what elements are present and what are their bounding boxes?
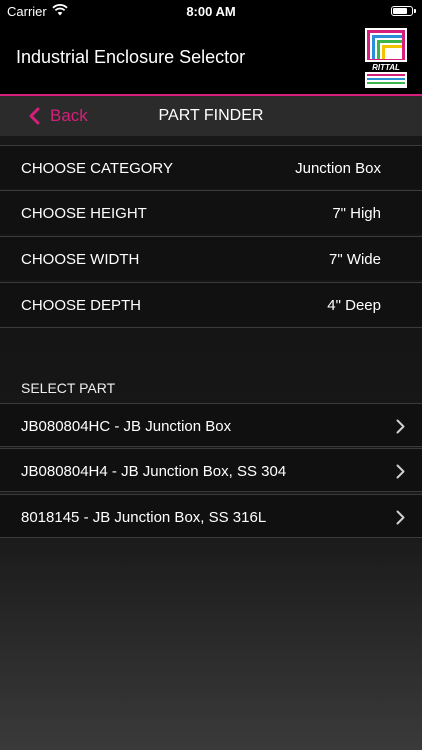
option-label: CHOOSE HEIGHT <box>21 205 147 222</box>
logo-text: RITTAL <box>372 63 400 72</box>
chevron-right-icon <box>396 510 405 525</box>
rittal-logo: RITTAL <box>365 28 407 88</box>
choose-depth-row[interactable]: CHOOSE DEPTH 4" Deep <box>0 282 422 326</box>
option-label: CHOOSE WIDTH <box>21 251 140 268</box>
app-title: Industrial Enclosure Selector <box>16 47 246 67</box>
option-value: 7" Wide <box>328 251 381 268</box>
screen: Carrier 8:00 AM Industrial Enclosure Sel… <box>0 0 422 750</box>
app-header: Industrial Enclosure Selector RITTAL <box>0 22 422 96</box>
choose-category-row[interactable]: CHOOSE CATEGORY Junction Box <box>0 145 422 189</box>
chevron-right-icon <box>396 419 405 434</box>
part-label: JB080804HC - JB Junction Box <box>21 418 232 435</box>
page-title: PART FINDER <box>158 107 264 124</box>
part-row[interactable]: JB080804H4 - JB Junction Box, SS 304 <box>0 448 422 492</box>
status-time: 8:00 AM <box>186 4 236 19</box>
part-row[interactable]: 8018145 - JB Junction Box, SS 316L <box>0 494 422 538</box>
choose-height-row[interactable]: CHOOSE HEIGHT 7" High <box>0 190 422 234</box>
option-label: CHOOSE DEPTH <box>21 297 142 314</box>
option-value: 4" Deep <box>327 297 381 314</box>
battery-icon <box>391 6 416 16</box>
part-label: JB080804H4 - JB Junction Box, SS 304 <box>21 463 287 480</box>
option-value: 7" High <box>332 205 381 222</box>
options-divider <box>0 327 422 328</box>
part-row[interactable]: JB080804HC - JB Junction Box <box>0 403 422 447</box>
option-value: Junction Box <box>295 160 381 177</box>
nav-bar: Back PART FINDER <box>0 96 422 136</box>
choose-width-row[interactable]: CHOOSE WIDTH 7" Wide <box>0 236 422 280</box>
select-part-header: SELECT PART <box>21 380 116 396</box>
part-label: 8018145 - JB Junction Box, SS 316L <box>21 509 267 526</box>
status-bar: Carrier 8:00 AM <box>0 0 422 22</box>
chevron-right-icon <box>396 464 405 479</box>
option-label: CHOOSE CATEGORY <box>21 160 173 177</box>
